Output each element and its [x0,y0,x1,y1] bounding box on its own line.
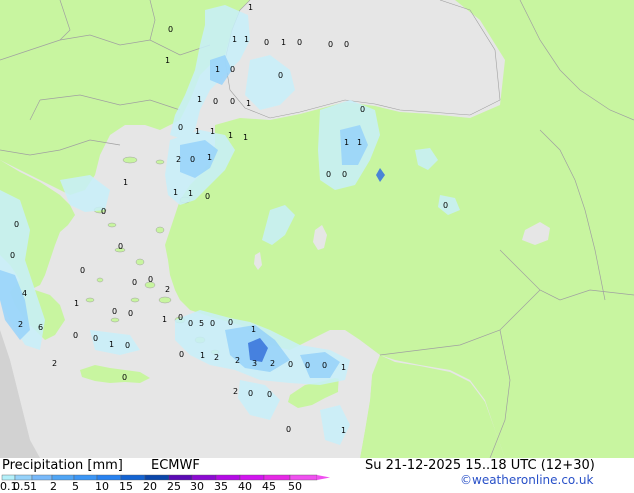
scale-label: 45 [262,480,276,493]
map-value-label: 2 [214,353,219,362]
scale-label: 2 [50,480,57,493]
map-value-label: 0 [14,220,19,229]
map-value-label: 0 [178,313,183,322]
map-value-label: 1 [200,351,205,360]
precipitation-map: 101 1 0 1 0 0 010101 0 0 100 1 1 1 11 12 0 10 01 1 01000000… [0,0,634,458]
map-value-label: 0 [179,350,184,359]
map-value-label: 0 [230,97,235,106]
map-value-label: 0 [80,266,85,275]
map-value-label: 1 [246,99,251,108]
scale-label: 35 [214,480,228,493]
map-value-label: 0 [168,25,173,34]
map-value-label: 1 [162,315,167,324]
legend-title: Precipitation [mm] [2,458,123,473]
map-value-label: 2 [270,359,275,368]
legend-bar: Precipitation [mm] ECMWF Su 21-12-2025 1… [0,458,634,493]
map-value-label: 0 [73,331,78,340]
map-value-label: 2 [18,320,23,329]
map-value-label: 0 [148,275,153,284]
map-value-label: 0 [288,360,293,369]
map-value-label: 1 [251,325,256,334]
map-value-label: 1 [341,363,346,372]
valid-time: Su 21-12-2025 15..18 UTC (12+30) [365,458,595,473]
map-value-label: 0 [322,361,327,370]
map-value-label: 1 [357,138,362,147]
map-value-label: 0 [360,105,365,114]
map-value-label: 1 [165,56,170,65]
map-value-label: 2 [165,285,170,294]
map-value-label: 0 [188,319,193,328]
map-value-label: 2 [176,155,181,164]
map-value-label: 0 [10,251,15,260]
map-value-label: 0 [213,97,218,106]
map-value-label: 1 [195,127,200,136]
scale-label: 40 [238,480,252,493]
map-value-label: 4 [22,289,27,298]
scale-label: 25 [167,480,181,493]
map-value-label: 0 [305,361,310,370]
map-value-label: 1 [232,35,237,44]
scale-label: 10 [95,480,109,493]
map-value-label: 1 [281,38,286,47]
map-value-label: 0 [93,334,98,343]
map-value-label: 1 [248,3,253,12]
map-value-label: 0 [230,65,235,74]
map-value-label: 0 [132,278,137,287]
scale-label: 20 [143,480,157,493]
map-value-label: 1 [341,426,346,435]
map-value-label: 0 [267,390,272,399]
scale-label: 1 [30,480,37,493]
map-value-label: 0 [264,38,269,47]
map-value-label: 6 [38,323,43,332]
scale-label: 30 [190,480,204,493]
scale-label: 0.5 [13,480,31,493]
map-value-label: 1 [344,138,349,147]
map-value-label: 0 [210,319,215,328]
map-value-label: 1 [173,188,178,197]
map-value-label: 2 [235,356,240,365]
map-value-label: 0 [326,170,331,179]
map-value-label: 0 [118,242,123,251]
map-value-label: 0 [125,341,130,350]
map-value-label: 0 [344,40,349,49]
scale-label: 15 [119,480,133,493]
map-value-label: 0 [228,318,233,327]
map-value-label: 1 [243,133,248,142]
map-value-label: 0 [286,425,291,434]
map-value-label: 1 [197,95,202,104]
map-value-label: 0 [112,307,117,316]
map-value-label: 1 [210,127,215,136]
map-value-label: 0 [101,207,106,216]
map-value-label: 0 [328,40,333,49]
color-scale-labels: 0.1 0.5 1 2 5 10 15 20 25 30 35 40 45 50 [0,480,340,493]
map-value-label: 0 [443,201,448,210]
map-value-label: 1 [207,153,212,162]
scale-label: 50 [288,480,302,493]
map-value-label: 1 [188,189,193,198]
map-value-label: 5 [199,319,204,328]
map-value-label: 2 [233,387,238,396]
map-value-label: 1 [244,35,249,44]
map-value-label: 0 [278,71,283,80]
map-value-label: 1 [228,131,233,140]
map-value-label: 0 [178,123,183,132]
map-value-label: 2 [52,359,57,368]
map-value-label: 1 [109,340,114,349]
map-value-label: 1 [74,299,79,308]
map-value-label: 0 [248,389,253,398]
map-value-label: 0 [342,170,347,179]
map-value-label: 1 [123,178,128,187]
model-name: ECMWF [151,458,200,473]
map-value-label: 0 [190,155,195,164]
map-value-label: 0 [205,192,210,201]
map-value-label: 0 [297,38,302,47]
credit-text: ©weatheronline.co.uk [460,473,594,487]
map-value-label: 1 [215,65,220,74]
map-value-label: 0 [122,373,127,382]
map-value-label: 3 [252,359,257,368]
map-value-label: 0 [128,309,133,318]
scale-label: 5 [72,480,79,493]
